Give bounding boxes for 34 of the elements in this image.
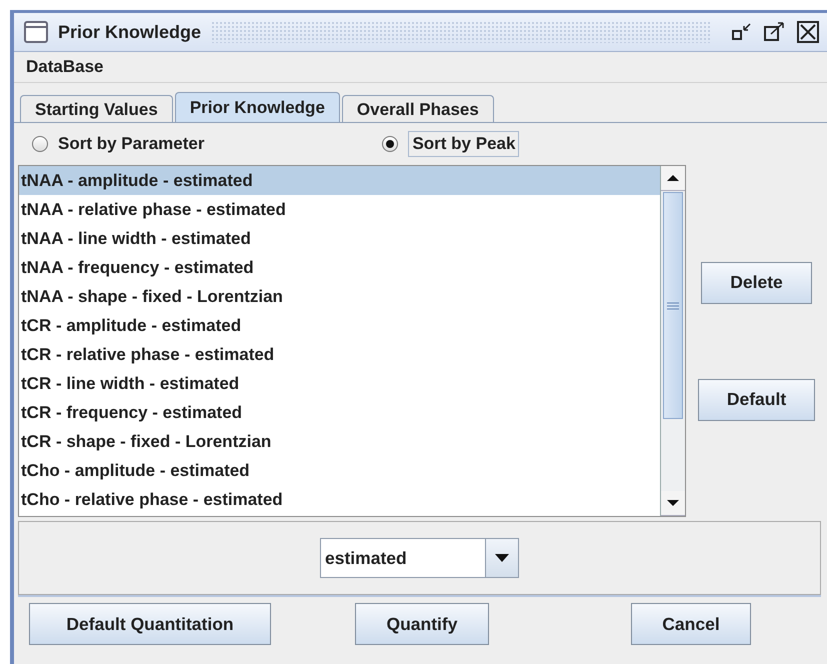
tab[interactable]: Overall Phases — [342, 95, 494, 123]
list-item[interactable]: tNAA - frequency - estimated — [19, 253, 660, 282]
list-item[interactable]: tCR - line width - estimated — [19, 369, 660, 398]
scroll-up-icon[interactable] — [661, 166, 685, 191]
menu-item[interactable]: DataBase — [26, 57, 104, 77]
minimize-icon[interactable] — [731, 22, 753, 42]
tab[interactable]: Starting Values — [20, 95, 173, 123]
window-icon — [24, 21, 48, 43]
scrollbar[interactable] — [660, 166, 685, 516]
side-button[interactable]: Default — [698, 378, 816, 420]
dialog-button[interactable]: Default Quantitation — [29, 603, 271, 645]
value-dropdown[interactable]: estimated — [320, 538, 519, 578]
dialog-button[interactable]: Cancel — [631, 603, 751, 645]
list-item[interactable]: tNAA - shape - fixed - Lorentzian — [19, 282, 660, 311]
radio-button[interactable]: Sort by Parameter — [28, 132, 208, 156]
list-item[interactable]: tNAA - amplitude - estimated — [19, 166, 660, 195]
grip-icon — [666, 302, 680, 310]
maximize-icon[interactable] — [763, 22, 787, 42]
list-item[interactable]: tCR - amplitude - estimated — [19, 311, 660, 340]
window-title: Prior Knowledge — [58, 22, 202, 42]
list-item[interactable]: tNAA - line width - estimated — [19, 224, 660, 253]
list-item[interactable]: tCR - frequency - estimated — [19, 398, 660, 427]
list-item[interactable]: tCR - shape - fixed - Lorentzian — [19, 427, 660, 456]
caret-icon — [493, 553, 511, 563]
side-button[interactable]: Delete — [701, 262, 812, 304]
list-item[interactable]: tCho - relative phase - estimated — [19, 485, 660, 514]
list-item[interactable]: tCR - relative phase - estimated — [19, 340, 660, 369]
scroll-thumb[interactable] — [663, 192, 683, 419]
dialog-button[interactable]: Quantify — [355, 603, 489, 645]
list-item[interactable]: tNAA - relative phase - estimated — [19, 195, 660, 224]
list-item[interactable]: tCho - amplitude - estimated — [19, 456, 660, 485]
tab[interactable]: Prior Knowledge — [174, 92, 340, 123]
scroll-down-icon[interactable] — [661, 491, 685, 516]
close-icon[interactable] — [797, 21, 819, 43]
